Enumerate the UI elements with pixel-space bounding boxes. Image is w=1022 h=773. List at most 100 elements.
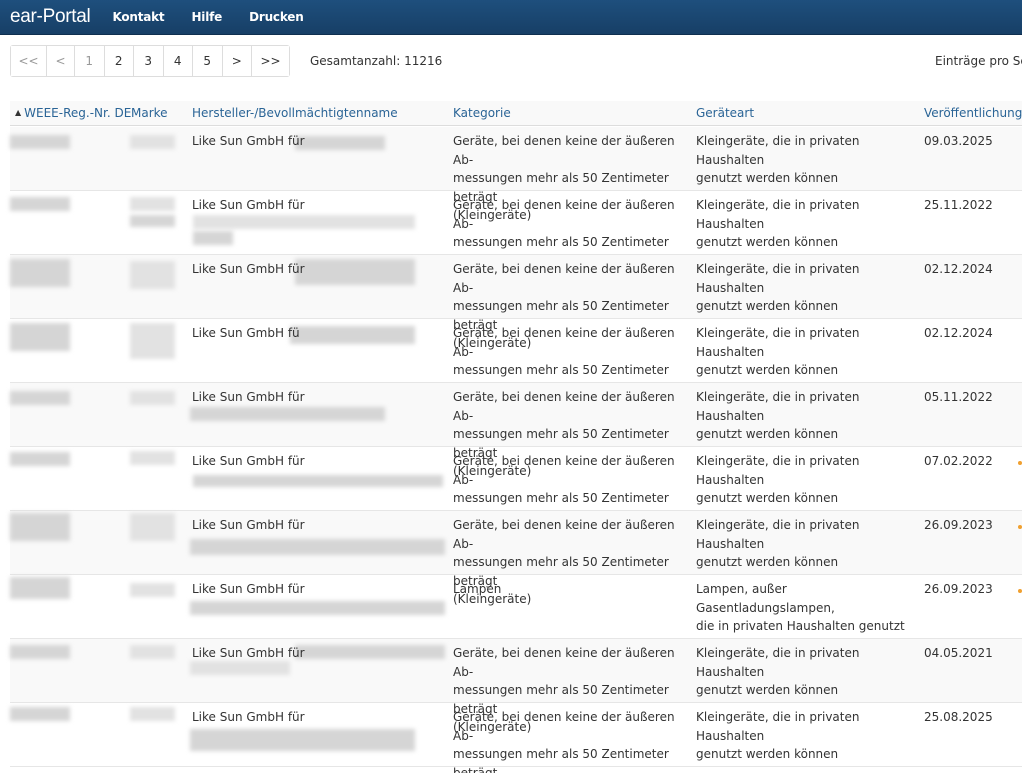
device-type-line: genutzt werden können [696,299,839,313]
category-line: Geräte, bei denen keine der äußeren Ab- [453,134,675,167]
category-cell: Geräte, bei denen keine der äußeren Ab-m… [453,708,688,773]
redacted-block [10,323,70,351]
table-row[interactable]: Like Sun GmbH für Lampen Lampen, außer Gas… [10,575,1022,670]
redacted-block [130,513,175,541]
redacted-block [10,197,70,211]
sort-ascending-icon: ▲ [15,108,22,117]
device-type-line: Kleingeräte, die in privaten Haushalten [696,454,860,487]
nav-link-kontakt[interactable]: Kontakt [112,10,164,24]
category-line: Geräte, bei denen keine der äußeren Ab- [453,198,675,231]
page-4-button[interactable]: 4 [163,46,193,76]
column-header-geraeteart[interactable]: Geräteart [696,106,754,120]
device-type-cell: Kleingeräte, die in privaten Haushalten g… [696,260,918,316]
brand-logo[interactable]: ear-Portal [10,6,91,28]
category-line: Geräte, bei denen keine der äußeren Ab- [453,326,675,359]
device-type-cell: Kleingeräte, die in privaten Haushalten g… [696,516,918,572]
device-type-cell: Kleingeräte, die in privaten Haushalten g… [696,324,918,380]
category-line: Geräte, bei denen keine der äußeren Ab- [453,710,675,743]
manufacturer-cell: Like Sun GmbH für [192,582,305,596]
device-type-line: Kleingeräte, die in privaten Haushalten [696,646,860,679]
redacted-block [10,452,70,466]
table-row[interactable]: Like Sun GmbH für Geräte, bei denen keine… [10,127,1022,222]
column-header-kategorie[interactable]: Kategorie [453,106,511,120]
redacted-block [193,215,415,229]
redacted-block [10,707,70,721]
top-navbar: ear-Portal Kontakt Hilfe Drucken [0,0,1022,35]
device-type-line: Kleingeräte, die in privaten Haushalten [696,198,860,231]
device-type-line: genutzt werden können [696,683,839,697]
category-line: Geräte, bei denen keine der äußeren Ab- [453,262,675,295]
manufacturer-cell: Like Sun GmbH für [192,454,305,468]
table-row[interactable]: Like Sun GmbH fü Geräte, bei denen keine … [10,319,1022,414]
table-row[interactable]: Like Sun GmbH für Geräte, bei denen keine… [10,639,1022,734]
manufacturer-cell: Like Sun GmbH für [192,518,305,532]
device-type-line: Kleingeräte, die in privaten Haushalten [696,134,860,167]
device-type-line: genutzt werden können [696,235,839,249]
table-row[interactable]: Like Sun GmbH für Geräte, bei denen keine… [10,383,1022,478]
publication-date-cell: 02.12.2024 [924,326,993,340]
redacted-block [130,707,175,721]
page-next-button[interactable]: > [222,46,252,76]
device-type-cell: Kleingeräte, die in privaten Haushalten g… [696,644,918,700]
table-row[interactable]: Like Sun GmbH für Geräte, bei denen keine… [10,703,1022,773]
category-line: Geräte, bei denen keine der äußeren Ab- [453,518,675,551]
device-type-line: genutzt werden können [696,171,839,185]
redacted-block [130,391,175,405]
manufacturer-cell: Like Sun GmbH für [192,262,305,276]
category-line: Lampen [453,582,502,596]
publication-date-cell: 26.09.2023 [924,518,993,532]
redacted-block [190,729,415,751]
manufacturer-cell: Like Sun GmbH für [192,198,305,212]
device-type-cell: Kleingeräte, die in privaten Haushalten g… [696,452,918,508]
column-header-hersteller[interactable]: Hersteller-/Bevollmächtigtenname [192,106,398,120]
redacted-block [130,583,175,597]
device-type-line: Kleingeräte, die in privaten Haushalten [696,390,860,423]
publication-date-cell: 07.02.2022 [924,454,993,468]
page-last-button[interactable]: >> [252,46,289,76]
page-5-button[interactable]: 5 [193,46,223,76]
redacted-block [10,645,70,659]
status-indicator-icon [1018,525,1022,529]
table-row[interactable]: Like Sun GmbH für Geräte, bei denen keine… [10,511,1022,606]
page-prev-button[interactable]: < [47,46,75,76]
category-line: Geräte, bei denen keine der äußeren Ab- [453,646,675,679]
device-type-line: Lampen, außer Gasentladungslampen, [696,582,835,615]
device-type-line: genutzt werden können [696,555,839,569]
redacted-block [130,261,175,289]
table-header: ▲ WEEE-Reg.-Nr. DE Marke Hersteller-/Bevo… [10,101,1022,126]
status-indicator-icon [1018,589,1022,593]
page-1-button[interactable]: 1 [75,46,105,76]
total-count: Gesamtanzahl: 11216 [310,54,443,68]
redacted-block [193,231,233,245]
nav-link-hilfe[interactable]: Hilfe [191,10,222,24]
entries-per-page-label: Einträge pro Seit [935,54,1022,68]
page-first-button[interactable]: << [11,46,47,76]
device-type-line: genutzt werden können [696,427,839,441]
column-header-veroeffentlichung[interactable]: Veröffentlichung [924,106,1022,120]
publication-date-cell: 04.05.2021 [924,646,993,660]
column-header-reg-nr[interactable]: ▲ WEEE-Reg.-Nr. DE [15,106,131,120]
page-2-button[interactable]: 2 [104,46,134,76]
table-row[interactable]: Like Sun GmbH für Geräte, bei denen keine… [10,255,1022,350]
redacted-block [10,513,70,541]
pagination: << < 1 2 3 4 5 > >> [10,45,290,77]
redacted-block [130,323,175,359]
manufacturer-cell: Like Sun GmbH für [192,134,305,148]
publication-date-cell: 09.03.2025 [924,134,993,148]
manufacturer-cell: Like Sun GmbH für [192,390,305,404]
device-type-cell: Kleingeräte, die in privaten Haushalten g… [696,708,918,764]
device-type-line: Kleingeräte, die in privaten Haushalten [696,710,860,743]
device-type-line: Kleingeräte, die in privaten Haushalten [696,262,860,295]
redacted-block [10,577,70,599]
table-row[interactable]: Like Sun GmbH für Geräte, bei denen keine… [10,191,1022,286]
table-row[interactable]: Like Sun GmbH für Geräte, bei denen keine… [10,447,1022,542]
column-header-marke[interactable]: Marke [131,106,168,120]
device-type-line: Kleingeräte, die in privaten Haushalten [696,326,860,359]
redacted-block [190,407,385,421]
publication-date-cell: 02.12.2024 [924,262,993,276]
redacted-block [130,451,175,465]
device-type-line: genutzt werden können [696,363,839,377]
page-3-button[interactable]: 3 [134,46,164,76]
redacted-block [190,601,445,615]
nav-link-drucken[interactable]: Drucken [249,10,304,24]
